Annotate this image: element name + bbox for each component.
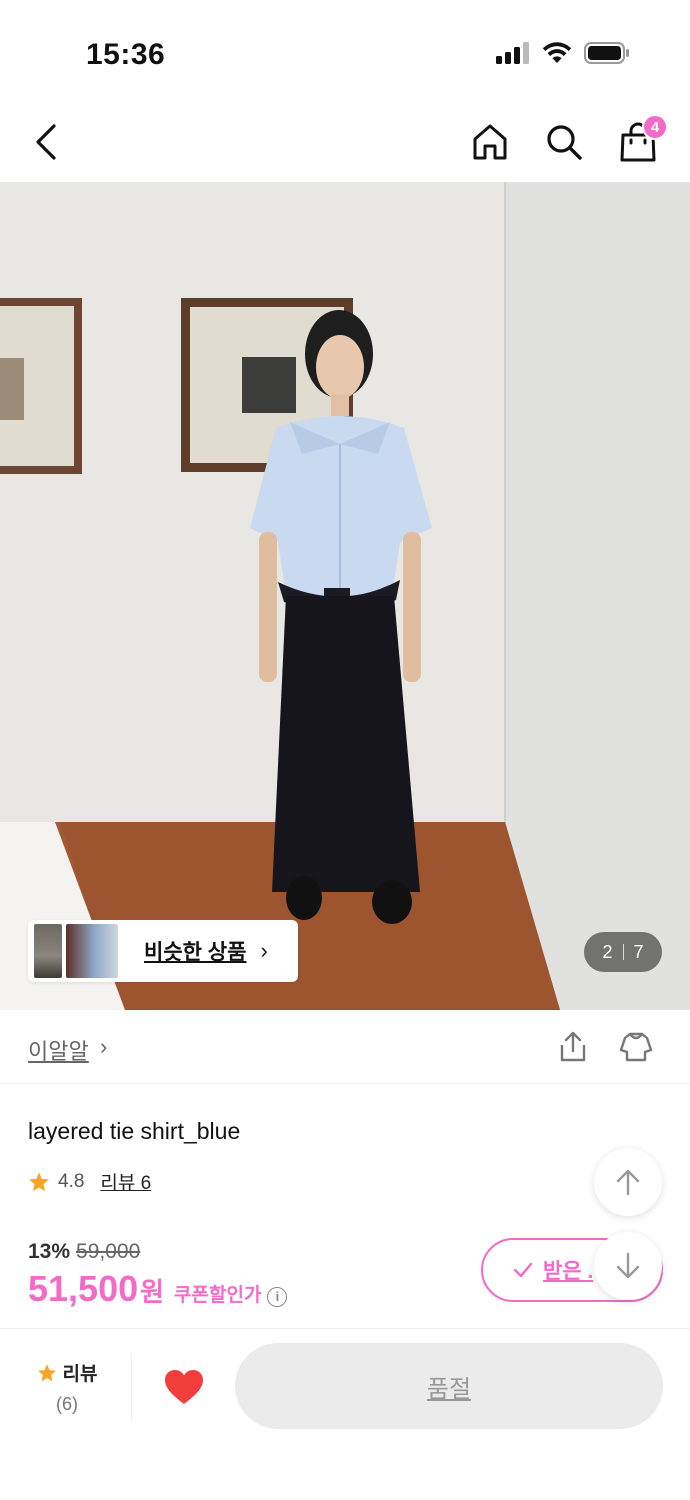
like-button[interactable]	[160, 1363, 208, 1411]
search-button[interactable]	[540, 118, 588, 166]
scroll-top-button[interactable]	[594, 1148, 662, 1216]
similar-thumbnails	[34, 924, 118, 978]
similar-products-label: 비슷한 상품	[144, 941, 247, 964]
rating-value: 4.8	[58, 1170, 85, 1192]
arrow-down-icon	[616, 1252, 640, 1279]
arrow-up-icon	[616, 1169, 640, 1196]
image-page-indicator: 2 7	[584, 932, 662, 972]
search-icon	[547, 125, 582, 160]
status-time: 15:36	[86, 38, 166, 71]
chevron-right-icon: ›	[260, 938, 268, 963]
sale-price: 51,500	[28, 1268, 139, 1309]
info-icon[interactable]: i	[267, 1286, 288, 1307]
product-title: layered tie shirt_blue	[28, 1118, 241, 1144]
chevron-right-icon: ›	[100, 1034, 108, 1059]
nav-actions: 4	[466, 114, 668, 166]
similar-thumb	[34, 924, 62, 978]
original-price: 59,000	[76, 1240, 141, 1263]
divider	[131, 1353, 132, 1421]
coupon-price-label: 쿠폰할인가	[174, 1285, 262, 1306]
review-summary-label: 리뷰	[62, 1364, 98, 1385]
brand-row: 이알알 ›	[0, 1010, 690, 1084]
cart-button[interactable]: 4	[614, 114, 668, 166]
cart-count-badge: 4	[642, 114, 668, 140]
status-icons	[496, 42, 630, 64]
page-current: 2	[602, 941, 613, 962]
review-summary-top: 리뷰	[34, 1359, 100, 1386]
soldout-button[interactable]: 품절	[235, 1343, 663, 1429]
home-button[interactable]	[466, 118, 514, 166]
brand-link[interactable]: 이알알	[28, 1034, 89, 1066]
back-icon	[36, 124, 56, 160]
rating-row: 4.8 리뷰 6	[28, 1168, 151, 1195]
scroll-down-button[interactable]	[594, 1232, 662, 1300]
star-icon	[37, 1363, 56, 1381]
page-separator	[622, 944, 624, 960]
check-icon	[513, 1262, 533, 1278]
share-icon[interactable]	[556, 1030, 590, 1064]
battery-icon	[584, 42, 629, 64]
brand-actions	[556, 1030, 654, 1064]
review-summary-count: (6)	[56, 1394, 78, 1414]
price-row: 51,500 원 쿠폰할인가 i	[28, 1268, 288, 1310]
star-icon	[29, 1171, 49, 1191]
product-image-carousel[interactable]: 비슷한 상품 › 2 7	[0, 182, 690, 1010]
page-total: 7	[633, 941, 644, 962]
heart-icon	[165, 1370, 203, 1404]
discount-percent: 13%	[28, 1240, 71, 1263]
price-unit: 원	[140, 1277, 165, 1307]
coupon-button-label: 받은 .	[543, 1260, 594, 1283]
hanger-icon[interactable]	[618, 1030, 654, 1064]
similar-products-button[interactable]: 비슷한 상품 ›	[28, 920, 298, 982]
product-photo	[0, 182, 690, 1010]
wifi-icon	[542, 42, 572, 63]
review-summary-button[interactable]: 리뷰 (6)	[34, 1359, 100, 1415]
similar-thumb	[66, 924, 118, 978]
signal-icon	[496, 42, 529, 64]
discount-row: 13% 59,000	[28, 1240, 140, 1264]
back-button[interactable]	[30, 122, 66, 162]
review-link[interactable]: 리뷰 6	[100, 1168, 151, 1195]
bottom-action-bar: 리뷰 (6) 품절	[0, 1328, 690, 1500]
home-icon	[473, 124, 507, 160]
status-bar: 15:36	[0, 0, 690, 100]
nav-bar: 4	[0, 100, 690, 182]
